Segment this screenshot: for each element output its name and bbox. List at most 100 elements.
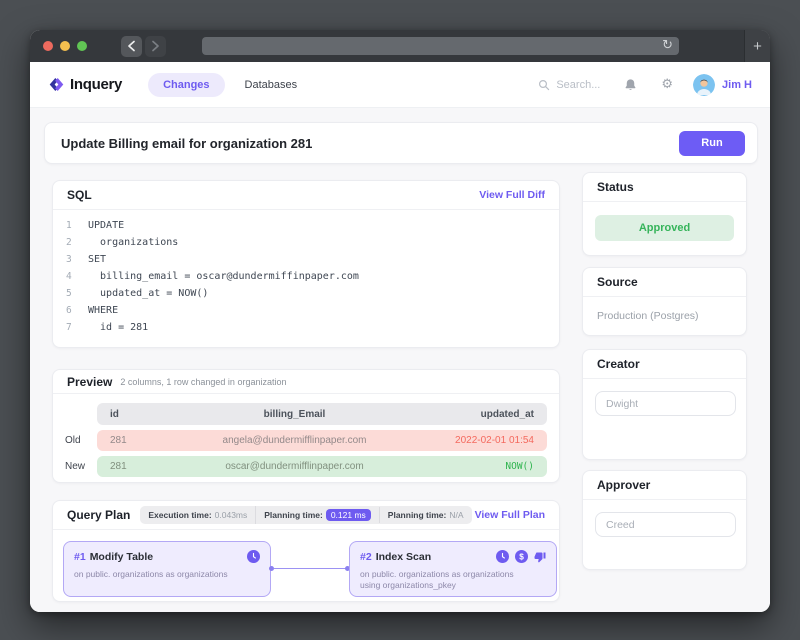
creator-input[interactable]: [595, 391, 736, 416]
stat-value-highlighted: 0.121 ms: [325, 509, 371, 521]
brand-logo[interactable]: Inquery: [48, 76, 122, 93]
tab-databases[interactable]: Databases: [245, 79, 298, 91]
node-detail: on public. organizations as organization…: [74, 569, 228, 579]
line-code: SET: [88, 254, 107, 265]
preview-panel-title: Preview: [67, 374, 113, 389]
notifications-button[interactable]: [624, 78, 637, 92]
svg-text:$: $: [519, 552, 524, 561]
source-value: Production (Postgres): [597, 310, 699, 322]
search-icon: [539, 79, 550, 90]
sql-panel: SQL View Full Diff 1 UPDATE 2 organizatio…: [52, 180, 560, 348]
view-full-plan-link[interactable]: View Full Plan: [475, 509, 545, 521]
main-content: Update Billing email for organization 28…: [30, 108, 770, 612]
stat-execution-time: Execution time: 0.043ms: [140, 507, 255, 523]
new-id-cell: 281: [110, 461, 127, 472]
row-label-old: Old: [65, 435, 81, 446]
status-card-title: Status: [597, 180, 634, 194]
status-card: Status Approved: [582, 172, 747, 256]
thumbs-down-icon: [534, 552, 546, 562]
node-name: Index Scan: [375, 550, 432, 563]
plan-node-1[interactable]: #1 Modify Table on public. organizations…: [63, 541, 271, 597]
line-number: 2: [66, 237, 72, 248]
column-header-id: id: [110, 408, 119, 420]
preview-row-old: Old 281 angela@dundermifflinpaper.com 20…: [53, 430, 559, 451]
connector-dot: [269, 566, 274, 571]
browser-window: ↻ + Inquery Changes Databases Search...: [30, 30, 770, 612]
stat-value: 0.043ms: [214, 510, 248, 520]
minimize-window-button[interactable]: [60, 41, 70, 51]
source-card: Source Production (Postgres): [582, 267, 747, 336]
query-plan-stats: Execution time: 0.043ms Planning time: 0…: [140, 506, 472, 524]
old-updated-cell: 2022-02-01 01:54: [455, 435, 534, 446]
app-header: Inquery Changes Databases Search... ⚙ Ji…: [30, 62, 770, 108]
sql-panel-title: SQL: [67, 188, 92, 202]
creator-card: Creator: [582, 349, 747, 460]
address-bar[interactable]: ↻: [202, 37, 679, 55]
gear-icon: ⚙: [661, 77, 674, 92]
chevron-left-icon: [128, 40, 135, 52]
preview-panel: Preview 2 columns, 1 row changed in orga…: [52, 369, 560, 483]
line-code: billing_email = oscar@dundermiffinpaper.…: [88, 271, 359, 282]
stat-planning-time: Planning time: 0.121 ms: [255, 506, 379, 524]
line-number: 6: [66, 305, 72, 316]
zoom-window-button[interactable]: [77, 41, 87, 51]
line-code: WHERE: [88, 305, 119, 316]
sql-code-editor[interactable]: 1 UPDATE 2 organizations 3 SET 4 billing_e…: [53, 210, 559, 336]
browser-back-button[interactable]: [121, 35, 142, 57]
code-line: 7 id = 281: [53, 319, 559, 336]
node-number: #2: [360, 550, 372, 563]
plan-connector-line: [274, 568, 346, 569]
old-email-cell: angela@dundermifflinpaper.com: [222, 435, 367, 446]
stat-label: Execution time:: [148, 510, 212, 520]
code-line: 6 WHERE: [53, 302, 559, 319]
view-full-diff-link[interactable]: View Full Diff: [479, 189, 545, 201]
user-name[interactable]: Jim H: [722, 79, 752, 91]
line-number: 3: [66, 254, 72, 265]
source-card-title: Source: [597, 275, 638, 289]
avatar[interactable]: [693, 73, 716, 96]
approver-input[interactable]: [595, 512, 736, 537]
query-plan-panel: Query Plan Execution time: 0.043ms Plann…: [52, 500, 560, 602]
traffic-lights: [43, 41, 87, 51]
approver-card: Approver: [582, 470, 747, 570]
clock-icon: [247, 550, 260, 563]
refresh-icon[interactable]: ↻: [662, 38, 673, 53]
line-number: 1: [66, 220, 72, 231]
new-tab-button[interactable]: +: [744, 30, 770, 62]
run-button[interactable]: Run: [679, 130, 745, 156]
close-window-button[interactable]: [43, 41, 53, 51]
line-code: updated_at = NOW(): [88, 288, 209, 299]
stat-label: Planning time:: [264, 510, 323, 520]
code-line: 1 UPDATE: [53, 217, 559, 234]
new-email-cell: oscar@dundermifflinpaper.com: [225, 461, 364, 472]
tab-changes[interactable]: Changes: [148, 72, 225, 97]
settings-button[interactable]: ⚙: [661, 77, 673, 92]
row-label-new: New: [65, 461, 86, 472]
approver-card-title: Approver: [597, 478, 651, 492]
line-code: UPDATE: [88, 220, 125, 231]
node-detail: using organizations_pkey: [360, 580, 456, 590]
line-code: id = 281: [88, 322, 149, 333]
preview-subtitle: 2 columns, 1 row changed in organization: [120, 376, 287, 387]
column-header-updated-at: updated_at: [480, 408, 534, 420]
search-input[interactable]: Search...: [538, 79, 600, 91]
clock-icon: [496, 550, 509, 563]
preview-row-new: New 281 oscar@dundermifflinpaper.com NOW…: [53, 456, 559, 477]
search-placeholder: Search...: [556, 78, 601, 91]
node-detail: on public. organizations as organization…: [360, 569, 514, 579]
browser-chrome: ↻ +: [30, 30, 770, 62]
preview-header-row: id billing_Email updated_at: [53, 403, 559, 425]
stat-planning-time-na: Planning time: N/A: [378, 507, 472, 523]
query-plan-title: Query Plan: [67, 508, 131, 522]
code-line: 4 billing_email = oscar@dundermiffinpape…: [53, 268, 559, 285]
status-badge: Approved: [595, 215, 734, 241]
code-line: 3 SET: [53, 251, 559, 268]
code-line: 2 organizations: [53, 234, 559, 251]
plan-node-2[interactable]: #2 Index Scan $ on public. organizations…: [349, 541, 557, 597]
line-code: organizations: [88, 237, 179, 248]
line-number: 7: [66, 322, 72, 333]
new-updated-cell: NOW(): [505, 461, 534, 472]
line-number: 5: [66, 288, 72, 299]
node-name: Modify Table: [89, 550, 154, 563]
browser-forward-button[interactable]: [145, 35, 166, 57]
